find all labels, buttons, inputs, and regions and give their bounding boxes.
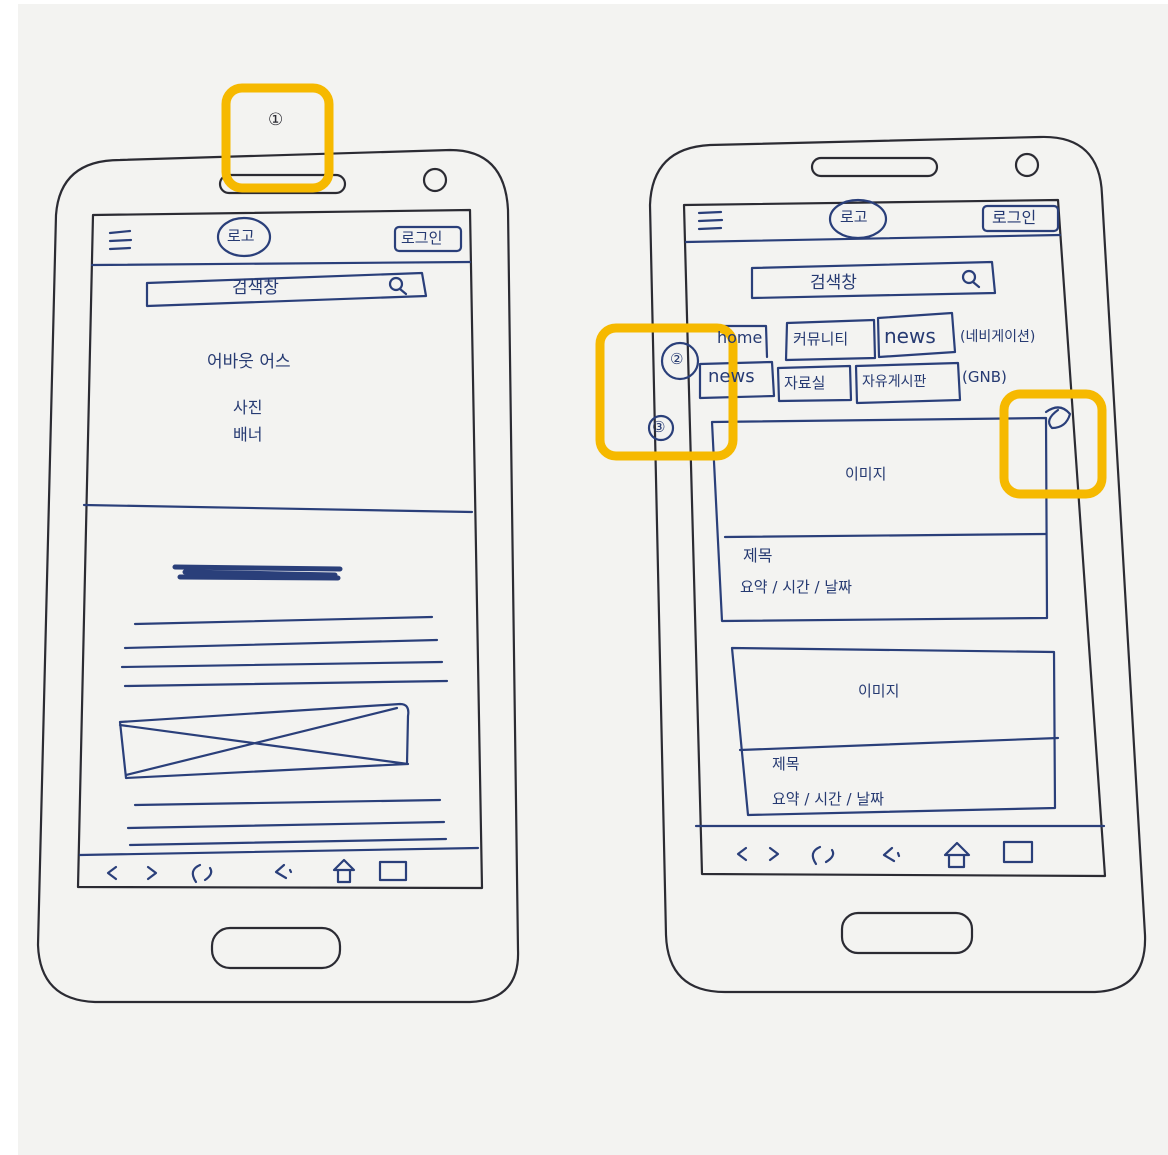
scribbled-heading xyxy=(172,564,343,581)
back-icon[interactable] xyxy=(106,865,118,881)
card-1-meta: 요약 / 시간 / 날짜 xyxy=(740,578,852,596)
marker-2: ② xyxy=(670,350,684,368)
nav2-board-label[interactable]: 자유게시판 xyxy=(862,375,926,389)
left-banner-divider xyxy=(82,503,474,514)
menu-icon[interactable] xyxy=(697,210,724,231)
right-search-placeholder: 검색창 xyxy=(810,273,857,293)
forward-icon[interactable] xyxy=(768,846,780,862)
wireframe-sketch xyxy=(36,83,1147,1004)
nav1-note: (네비게이션) xyxy=(960,329,1036,345)
share-icon[interactable] xyxy=(274,863,293,880)
tabs-icon[interactable] xyxy=(1002,840,1034,864)
nav1-news-label[interactable]: news xyxy=(884,326,936,346)
scribble-marker xyxy=(1044,406,1072,430)
home-icon[interactable] xyxy=(332,858,356,884)
text-line xyxy=(133,798,442,807)
refresh-icon[interactable] xyxy=(191,863,213,884)
right-login-button[interactable]: 로그인 xyxy=(992,210,1036,226)
right-phone-speaker xyxy=(810,156,939,178)
right-phone-camera xyxy=(1014,152,1040,178)
text-line xyxy=(123,638,439,650)
banner-label: 배너 xyxy=(233,425,263,444)
home-icon[interactable] xyxy=(943,841,971,869)
banner-about-us: 어바웃 어스 xyxy=(207,352,291,372)
right-phone-screen xyxy=(682,198,1107,878)
text-line xyxy=(120,660,444,669)
back-icon[interactable] xyxy=(736,846,748,862)
card-1-title[interactable]: 제목 xyxy=(743,548,772,564)
nav2-archive-label[interactable]: 자료실 xyxy=(784,376,825,391)
left-search-placeholder: 검색창 xyxy=(232,278,279,298)
tabs-icon[interactable] xyxy=(378,860,408,882)
nav2-news-label[interactable]: news xyxy=(708,368,755,386)
left-login-button[interactable]: 로그인 xyxy=(401,231,442,246)
left-logo: 로고 xyxy=(227,227,255,245)
text-line xyxy=(123,679,449,688)
menu-icon[interactable] xyxy=(108,229,133,251)
left-phone-screen xyxy=(76,208,484,890)
marker-3: ③ xyxy=(652,418,666,436)
right-search-box[interactable] xyxy=(750,260,997,300)
text-line xyxy=(133,615,434,626)
right-phone xyxy=(595,135,1147,994)
card-1-image-label: 이미지 xyxy=(845,465,887,483)
banner-photo: 사진 xyxy=(233,398,263,417)
marker-1: ① xyxy=(268,110,284,130)
left-bottom-bar-line xyxy=(78,846,480,857)
card-2-image-label: 이미지 xyxy=(858,682,900,700)
right-logo: 로고 xyxy=(840,208,868,226)
text-line xyxy=(126,820,446,830)
left-phone-camera xyxy=(422,167,448,193)
right-home-button[interactable] xyxy=(840,911,974,955)
refresh-icon[interactable] xyxy=(811,845,835,866)
left-home-button[interactable] xyxy=(210,926,342,970)
left-phone xyxy=(36,83,520,1004)
card-2-meta: 요약 / 시간 / 날짜 xyxy=(772,790,884,808)
left-search-box[interactable] xyxy=(145,271,428,308)
left-header-line xyxy=(90,260,472,267)
text-line xyxy=(128,837,448,847)
nav1-community-label[interactable]: 커뮤니티 xyxy=(793,332,848,347)
nav2-note: (GNB) xyxy=(962,368,1007,386)
card-2-title[interactable]: 제목 xyxy=(772,757,800,772)
forward-icon[interactable] xyxy=(146,865,158,881)
nav1-home-label[interactable]: home xyxy=(717,330,762,346)
highlight-box-1 xyxy=(221,83,334,193)
image-placeholder xyxy=(118,702,410,780)
share-icon[interactable] xyxy=(882,846,901,863)
